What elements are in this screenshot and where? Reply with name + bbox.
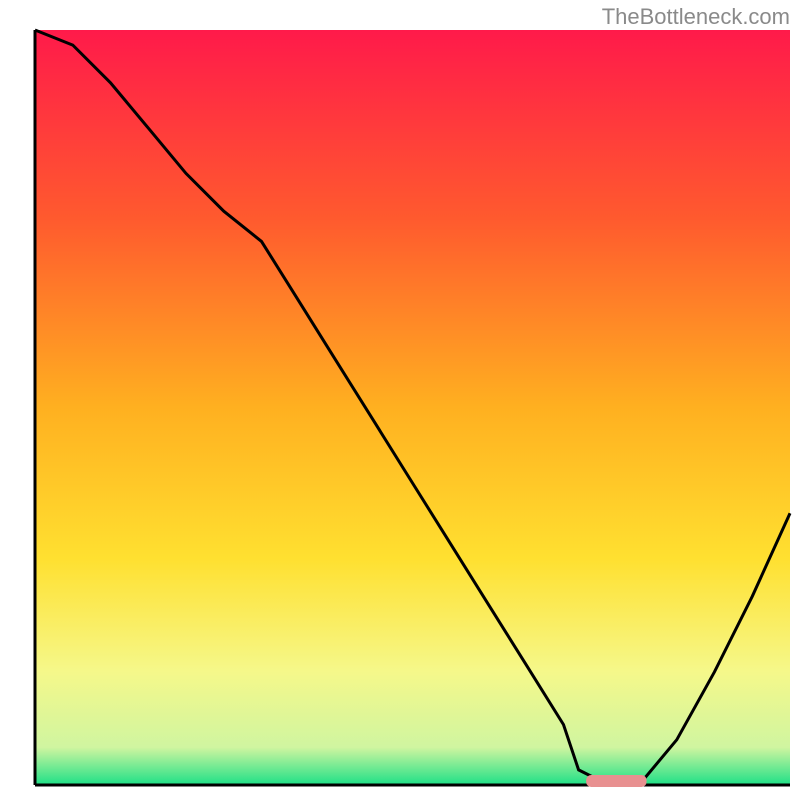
- chart-svg: [0, 0, 800, 800]
- watermark-text: TheBottleneck.com: [602, 4, 790, 30]
- optimal-marker: [586, 775, 646, 787]
- chart-container: TheBottleneck.com: [0, 0, 800, 800]
- plot-background: [35, 30, 790, 785]
